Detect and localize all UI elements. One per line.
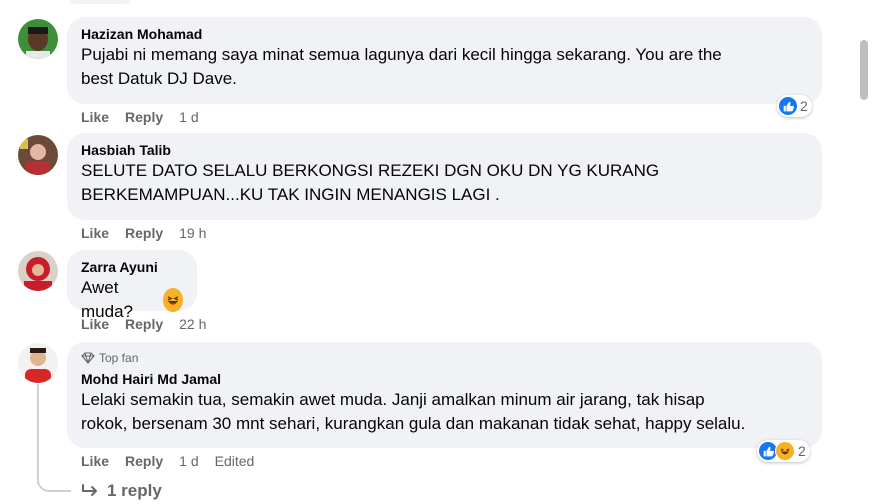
- avatar[interactable]: [18, 19, 58, 59]
- reply-button[interactable]: Reply: [125, 315, 163, 333]
- comment-author[interactable]: Zarra Ayuni: [81, 258, 183, 276]
- reply-button[interactable]: Reply: [125, 108, 163, 126]
- reaction-count: 2: [798, 443, 806, 459]
- like-button[interactable]: Like: [81, 452, 109, 470]
- reaction-summary[interactable]: 2: [757, 440, 810, 462]
- diamond-icon: [81, 352, 95, 364]
- haha-emoji-icon: [163, 288, 183, 312]
- view-replies-label[interactable]: 1 reply: [107, 481, 162, 501]
- like-button[interactable]: Like: [81, 108, 109, 126]
- timestamp[interactable]: 22 h: [179, 315, 206, 333]
- comment-bubble: Hasbiah Talib SELUTE DATO SELALU BERKONG…: [67, 133, 822, 220]
- comment-actions: Like Reply 1 d Edited: [81, 452, 254, 470]
- reaction-count: 2: [800, 98, 808, 114]
- comment-bubble: Zarra Ayuni Awet muda?: [67, 250, 197, 321]
- comment-bubble: Hazizan Mohamad Pujabi ni memang saya mi…: [67, 17, 822, 104]
- thread-connector: [37, 470, 71, 492]
- comment-actions: Like Reply 22 h: [81, 315, 206, 333]
- avatar[interactable]: [18, 135, 58, 175]
- comment-author[interactable]: Hazizan Mohamad: [81, 25, 808, 43]
- comment-text: rokok, bersenam 30 mnt sehari, kurangkan…: [81, 414, 746, 433]
- comment-text: SELUTE DATO SELALU BERKONGSI REZEKI DGN …: [81, 161, 660, 180]
- like-button[interactable]: Like: [81, 224, 109, 242]
- previous-comment-edge: [70, 0, 130, 4]
- like-icon: [779, 97, 797, 115]
- reply-arrow-icon: [82, 484, 97, 496]
- avatar[interactable]: [18, 343, 58, 383]
- reply-button[interactable]: Reply: [125, 224, 163, 242]
- comment-author[interactable]: Hasbiah Talib: [81, 141, 808, 159]
- scrollbar-thumb[interactable]: [860, 40, 868, 100]
- timestamp[interactable]: 19 h: [179, 224, 206, 242]
- comment-author[interactable]: Mohd Hairi Md Jamal: [81, 370, 808, 388]
- edited-label: Edited: [214, 453, 255, 469]
- like-button[interactable]: Like: [81, 315, 109, 333]
- comment-actions: Like Reply 1 d: [81, 108, 199, 126]
- timestamp[interactable]: 1 d: [179, 452, 198, 470]
- avatar[interactable]: [18, 251, 58, 291]
- comment-text: BERKEMAMPUAN...KU TAK INGIN MENANGIS LAG…: [81, 185, 500, 204]
- top-fan-badge: Top fan: [81, 350, 808, 366]
- reaction-summary[interactable]: 2: [777, 95, 812, 117]
- top-fan-label: Top fan: [99, 351, 139, 365]
- timestamp[interactable]: 1 d: [179, 108, 198, 126]
- thread-line: [37, 384, 39, 484]
- view-replies-link[interactable]: 1 reply: [81, 481, 162, 501]
- reply-button[interactable]: Reply: [125, 452, 163, 470]
- comment-bubble: Top fan Mohd Hairi Md Jamal Lelaki semak…: [67, 342, 822, 448]
- comment-text: best Datuk DJ Dave.: [81, 69, 237, 88]
- haha-icon: [775, 441, 795, 461]
- comment-text: Pujabi ni memang saya minat semua laguny…: [81, 45, 722, 64]
- comment-text: Lelaki semakin tua, semakin awet muda. J…: [81, 390, 705, 409]
- comment-actions: Like Reply 19 h: [81, 224, 206, 242]
